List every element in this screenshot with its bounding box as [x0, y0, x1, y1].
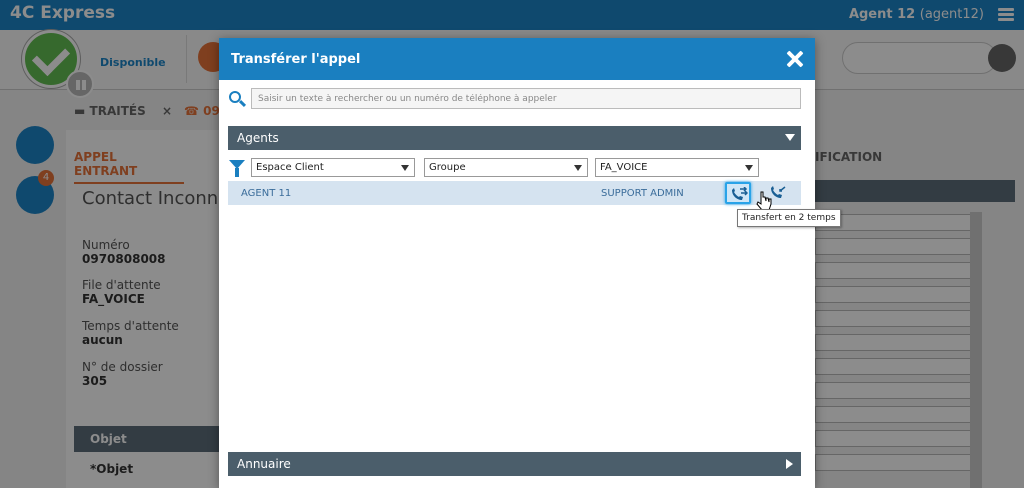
caret-right-icon [786, 459, 793, 469]
espace-select[interactable]: Espace Client [251, 158, 415, 177]
search-input[interactable] [251, 88, 801, 109]
agents-section-header[interactable]: Agents [228, 126, 801, 150]
agent-list-item[interactable]: AGENT 11 SUPPORT ADMIN [228, 181, 801, 205]
two-step-transfer-button[interactable] [725, 182, 751, 204]
agent-row-group: SUPPORT ADMIN [601, 188, 684, 199]
transfer-tooltip: Transfert en 2 temps [737, 209, 841, 227]
file-attente-select[interactable]: FA_VOICE [595, 158, 759, 177]
agent-row-name: AGENT 11 [241, 188, 292, 199]
annuaire-section-label: Annuaire [237, 457, 291, 471]
phone-transfer-icon [732, 187, 748, 200]
close-icon[interactable] [785, 49, 805, 69]
transfer-call-dialog: Transférer l'appel Agents Espace Client … [219, 38, 841, 488]
dialog-header: Transférer l'appel [219, 38, 815, 80]
chevron-down-icon [574, 165, 582, 171]
chevron-down-icon [745, 165, 753, 171]
groupe-select[interactable]: Groupe [424, 158, 588, 177]
annuaire-section-header[interactable]: Annuaire [228, 452, 801, 476]
caret-down-icon [785, 134, 795, 141]
agents-section-label: Agents [237, 131, 279, 145]
dialog-title: Transférer l'appel [231, 52, 361, 67]
chevron-down-icon [401, 165, 409, 171]
search-icon [229, 91, 247, 108]
filter-icon [229, 160, 245, 178]
